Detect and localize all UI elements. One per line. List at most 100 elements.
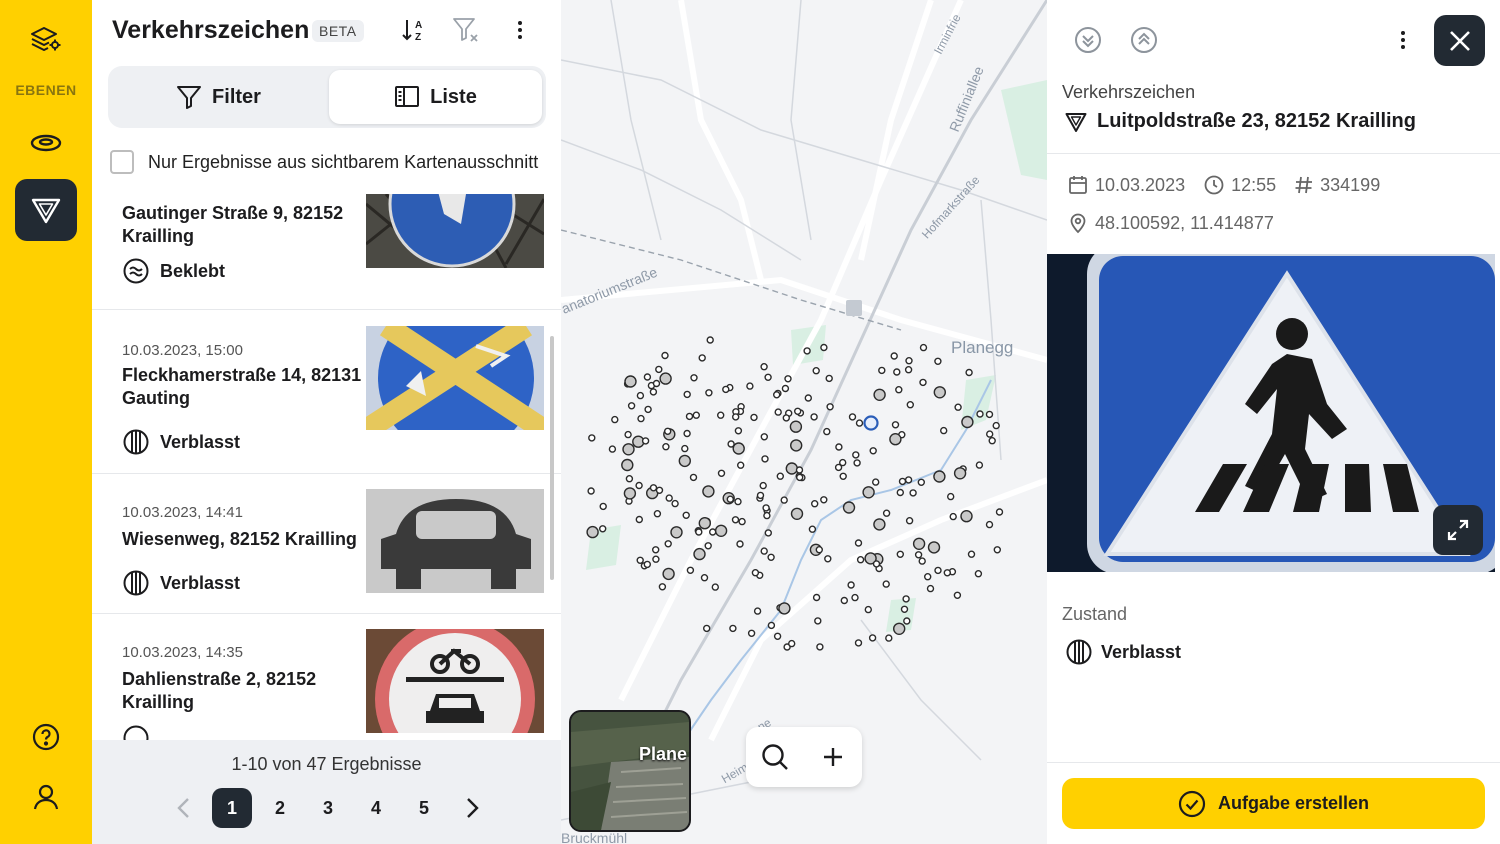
sign-marker[interactable] (685, 412, 694, 421)
sign-marker[interactable] (763, 511, 771, 520)
sign-marker[interactable] (893, 622, 906, 635)
sign-marker[interactable] (659, 372, 672, 385)
sign-marker[interactable] (705, 389, 713, 397)
sign-marker[interactable] (643, 560, 652, 569)
sign-marker[interactable] (967, 550, 976, 558)
sign-marker[interactable] (814, 617, 822, 625)
page-button-3[interactable]: 3 (308, 788, 348, 828)
sign-marker[interactable] (608, 445, 617, 453)
sign-marker[interactable] (896, 488, 904, 497)
sign-marker[interactable] (734, 497, 742, 506)
sign-marker[interactable] (986, 430, 994, 438)
sign-marker[interactable] (960, 510, 973, 523)
sign-marker[interactable] (736, 540, 744, 548)
sign-marker[interactable] (778, 602, 791, 615)
user-button[interactable] (15, 766, 77, 828)
sign-marker[interactable] (623, 487, 637, 500)
sign-marker[interactable] (774, 408, 782, 416)
list-scrollbar[interactable] (550, 336, 554, 580)
sign-marker[interactable] (649, 388, 658, 396)
sign-marker[interactable] (708, 528, 717, 536)
sign-marker[interactable] (698, 354, 706, 362)
sign-marker[interactable] (664, 540, 672, 548)
sign-marker[interactable] (704, 542, 712, 550)
sign-marker[interactable] (847, 581, 855, 589)
sign-marker[interactable] (889, 433, 902, 446)
sign-marker[interactable] (780, 496, 788, 504)
sign-marker[interactable] (905, 357, 913, 365)
sign-marker[interactable] (975, 461, 984, 469)
sign-marker[interactable] (933, 386, 946, 399)
sign-marker[interactable] (872, 478, 880, 486)
sign-marker[interactable] (852, 451, 860, 459)
sign-marker[interactable] (588, 434, 596, 442)
traffic-sign-layer-button[interactable] (15, 179, 77, 241)
sign-marker[interactable] (683, 390, 691, 399)
sign-marker[interactable] (891, 421, 900, 429)
sign-marker[interactable] (903, 617, 911, 625)
sign-marker[interactable] (635, 481, 643, 490)
sign-marker[interactable] (934, 566, 942, 575)
page-button-4[interactable]: 4 (356, 788, 396, 828)
sign-marker[interactable] (895, 386, 903, 394)
sign-marker[interactable] (917, 478, 925, 486)
sign-marker[interactable] (878, 366, 886, 375)
selected-sign-marker[interactable] (863, 415, 879, 431)
sign-marker[interactable] (974, 570, 983, 578)
sign-marker[interactable] (902, 595, 910, 603)
sign-marker[interactable] (949, 512, 957, 521)
sign-marker[interactable] (904, 366, 913, 374)
sign-marker[interactable] (785, 462, 799, 475)
sign-marker[interactable] (670, 526, 683, 539)
sign-marker[interactable] (686, 566, 695, 574)
sign-marker[interactable] (692, 411, 701, 419)
sign-marker[interactable] (655, 486, 664, 494)
sign-marker[interactable] (624, 430, 632, 439)
ring-layer-button[interactable] (15, 112, 77, 174)
sign-marker[interactable] (926, 584, 935, 593)
sign-marker[interactable] (717, 469, 726, 477)
sign-marker[interactable] (824, 555, 832, 563)
sign-marker[interactable] (795, 466, 804, 474)
sign-marker[interactable] (789, 420, 803, 433)
sign-marker[interactable] (905, 517, 914, 525)
sign-marker[interactable] (760, 363, 768, 371)
sign-marker[interactable] (803, 347, 811, 355)
sign-marker[interactable] (919, 378, 927, 387)
sign-marker[interactable] (793, 407, 802, 415)
sign-marker[interactable] (644, 405, 652, 414)
sign-marker[interactable] (864, 605, 872, 614)
sign-marker[interactable] (933, 470, 946, 483)
sign-marker[interactable] (826, 403, 834, 411)
sign-marker[interactable] (683, 429, 691, 438)
sign-marker[interactable] (671, 499, 679, 508)
sign-marker[interactable] (736, 461, 745, 469)
sign-marker[interactable] (909, 489, 917, 497)
sign-marker[interactable] (759, 481, 767, 490)
sign-marker[interactable] (761, 455, 769, 463)
sign-marker[interactable] (839, 472, 847, 480)
sign-marker[interactable] (693, 547, 706, 561)
sign-marker[interactable] (729, 624, 737, 633)
sign-marker[interactable] (954, 403, 962, 411)
list-item[interactable]: 10.03.2023, 14:41 Wiesenweg, 82152 Krail… (92, 474, 561, 614)
sign-marker[interactable] (726, 495, 735, 503)
sign-marker[interactable] (716, 411, 725, 419)
sign-marker[interactable] (896, 550, 904, 558)
sign-marker[interactable] (825, 374, 833, 383)
satellite-layer-toggle[interactable]: Plane (569, 710, 691, 832)
tab-filter[interactable]: Filter (112, 70, 325, 124)
sort-button[interactable]: A Z (398, 14, 430, 46)
sign-marker[interactable] (643, 373, 652, 381)
sign-marker[interactable] (622, 443, 635, 456)
sign-marker[interactable] (762, 504, 770, 512)
sign-marker[interactable] (587, 487, 595, 495)
sign-marker[interactable] (767, 621, 776, 630)
sign-marker[interactable] (873, 518, 886, 531)
sign-marker[interactable] (760, 433, 769, 441)
sign-marker[interactable] (812, 593, 821, 602)
sign-marker[interactable] (985, 520, 994, 529)
sign-marker[interactable] (747, 629, 756, 637)
sign-marker[interactable] (738, 517, 746, 526)
help-button[interactable] (15, 706, 77, 768)
